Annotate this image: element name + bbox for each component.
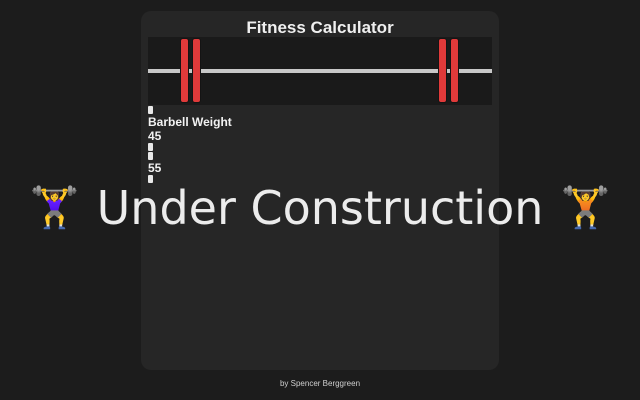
footer-credit: by Spencer Berggreen bbox=[279, 379, 361, 388]
woman-lifting-weights-icon: 🏋️‍♀️ bbox=[29, 186, 80, 230]
weight-controls: Barbell Weight 45 55 bbox=[148, 106, 232, 184]
barbell-weight-label: Barbell Weight bbox=[148, 115, 232, 129]
plate-add-button[interactable] bbox=[148, 152, 153, 160]
right-plate-outer bbox=[450, 38, 459, 103]
barbell-toggle-button[interactable] bbox=[148, 106, 153, 114]
right-plate-inner bbox=[438, 38, 447, 103]
under-construction-text: Under Construction bbox=[96, 181, 544, 235]
barbell-visualization bbox=[148, 37, 492, 105]
total-weight-value: 55 bbox=[148, 161, 162, 175]
under-construction-banner: 🏋️‍♀️ Under Construction 🏋️ bbox=[0, 178, 640, 238]
left-plate-inner bbox=[192, 38, 201, 103]
left-plate-outer bbox=[180, 38, 189, 103]
person-lifting-weights-icon: 🏋️ bbox=[560, 186, 611, 230]
barbell-weight-value: 45 bbox=[148, 129, 162, 143]
barbell-decrement-button[interactable] bbox=[148, 143, 153, 151]
app-title: Fitness Calculator bbox=[246, 18, 394, 37]
